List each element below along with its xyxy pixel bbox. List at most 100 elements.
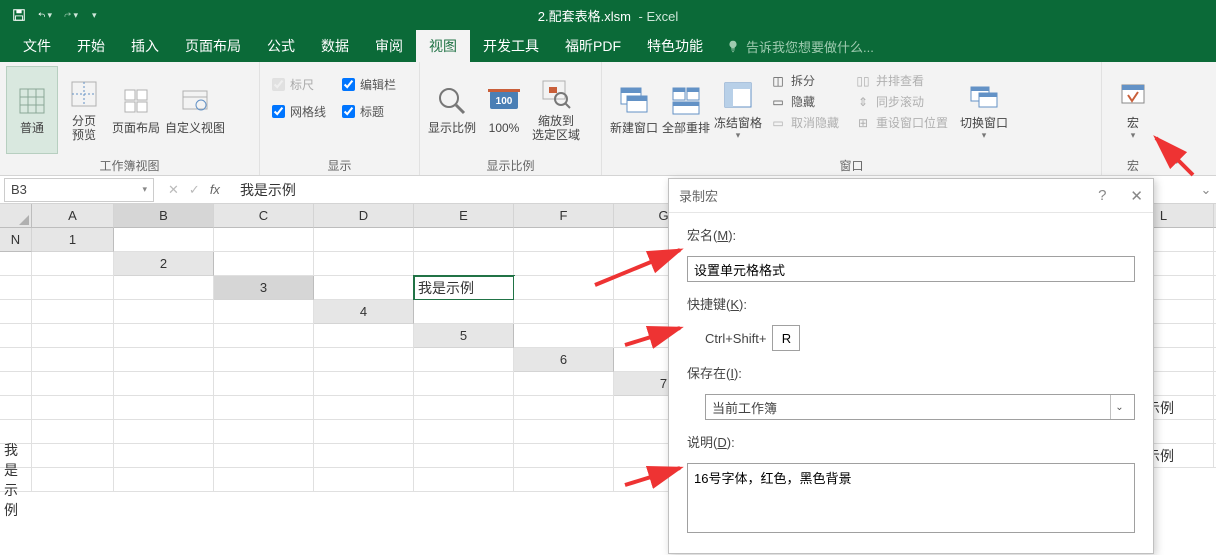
tab-data[interactable]: 数据 [308, 30, 362, 62]
cell[interactable] [32, 372, 114, 396]
cell[interactable] [214, 228, 314, 252]
cell[interactable] [314, 396, 414, 420]
row-header[interactable]: 4 [314, 300, 414, 324]
cancel-icon[interactable]: ✕ [168, 182, 179, 198]
cell[interactable] [32, 276, 114, 300]
cell[interactable] [514, 396, 614, 420]
cell[interactable] [114, 468, 214, 492]
cell[interactable] [514, 444, 614, 468]
tab-formulas[interactable]: 公式 [254, 30, 308, 62]
cell[interactable] [314, 420, 414, 444]
save-icon[interactable] [12, 8, 26, 22]
tab-file[interactable]: 文件 [10, 30, 64, 62]
undo-icon[interactable]: ▾ [38, 8, 52, 22]
tab-features[interactable]: 特色功能 [634, 30, 716, 62]
new-window-button[interactable]: 新建窗口 [608, 66, 660, 154]
shortcut-key-input[interactable] [772, 325, 800, 351]
chevron-down-icon[interactable]: ▾ [142, 184, 147, 195]
cell[interactable] [32, 252, 114, 276]
cell[interactable]: 我是示例 [0, 468, 32, 492]
cell[interactable] [32, 396, 114, 420]
cell[interactable] [514, 252, 614, 276]
row-header[interactable]: 5 [414, 324, 514, 348]
cell[interactable] [32, 468, 114, 492]
pagelayout-view-button[interactable]: 页面布局 [110, 66, 162, 154]
cell[interactable] [414, 228, 514, 252]
tab-foxitpdf[interactable]: 福昕PDF [552, 30, 634, 62]
savein-select[interactable]: 当前工作簿 ⌄ [705, 394, 1135, 420]
cell[interactable] [32, 348, 114, 372]
cell[interactable] [0, 372, 32, 396]
cell[interactable] [514, 372, 614, 396]
qat-customize-icon[interactable]: ▾ [92, 10, 97, 21]
pagebreak-preview-button[interactable]: 分页 预览 [58, 66, 110, 154]
cell[interactable] [214, 468, 314, 492]
cell[interactable] [214, 372, 314, 396]
column-header[interactable]: C [214, 204, 314, 228]
cell[interactable] [214, 396, 314, 420]
custom-views-button[interactable]: 自定义视图 [162, 66, 228, 154]
zoom-100-button[interactable]: 100 100% [478, 66, 530, 154]
cell[interactable] [0, 348, 32, 372]
cell[interactable] [32, 444, 114, 468]
tab-review[interactable]: 审阅 [362, 30, 416, 62]
row-header[interactable]: 2 [114, 252, 214, 276]
cell[interactable] [314, 324, 414, 348]
cell[interactable] [0, 324, 32, 348]
cell[interactable] [414, 396, 514, 420]
cell[interactable] [114, 396, 214, 420]
cell[interactable] [514, 276, 614, 300]
cell[interactable] [114, 348, 214, 372]
cell[interactable] [314, 276, 414, 300]
formula-expand-icon[interactable]: ⌄ [1196, 182, 1216, 198]
macro-name-input[interactable] [687, 256, 1135, 282]
column-header[interactable]: F [514, 204, 614, 228]
cell[interactable] [114, 444, 214, 468]
cell[interactable] [314, 252, 414, 276]
cell[interactable] [114, 372, 214, 396]
column-header[interactable]: A [32, 204, 114, 228]
cell[interactable] [314, 468, 414, 492]
cell[interactable] [214, 252, 314, 276]
help-icon[interactable]: ? [1098, 187, 1106, 205]
cell[interactable] [114, 276, 214, 300]
headings-checkbox[interactable]: 标题 [342, 103, 396, 120]
tab-home[interactable]: 开始 [64, 30, 118, 62]
cell[interactable] [514, 300, 614, 324]
close-icon[interactable]: ✕ [1130, 187, 1143, 205]
normal-view-button[interactable]: 普通 [6, 66, 58, 154]
cell[interactable] [414, 372, 514, 396]
cell[interactable] [214, 324, 314, 348]
formulabar-checkbox[interactable]: 编辑栏 [342, 76, 396, 93]
cell[interactable] [0, 252, 32, 276]
ribbon-collapse-button[interactable]: ^ [1164, 62, 1194, 175]
name-box[interactable]: B3▾ [4, 178, 154, 202]
cell[interactable] [114, 324, 214, 348]
cell[interactable] [314, 348, 414, 372]
cell[interactable] [114, 228, 214, 252]
fx-icon[interactable]: fx [210, 182, 220, 197]
cell[interactable] [314, 228, 414, 252]
split-button[interactable]: ◫拆分 [770, 72, 839, 89]
cell[interactable] [214, 300, 314, 324]
description-input[interactable] [687, 463, 1135, 533]
freeze-panes-button[interactable]: 冻结窗格 ▾ [712, 66, 764, 154]
cell[interactable] [114, 420, 214, 444]
cell[interactable] [214, 444, 314, 468]
cell[interactable] [0, 396, 32, 420]
enter-icon[interactable]: ✓ [189, 182, 200, 198]
tab-pagelayout[interactable]: 页面布局 [172, 30, 254, 62]
tab-developer[interactable]: 开发工具 [470, 30, 552, 62]
cell[interactable] [314, 372, 414, 396]
select-all-corner[interactable] [0, 204, 32, 228]
cell[interactable] [214, 348, 314, 372]
column-header[interactable]: B [114, 204, 214, 228]
cell[interactable] [414, 300, 514, 324]
cell[interactable] [214, 420, 314, 444]
column-header[interactable]: N [0, 228, 32, 252]
cell[interactable] [32, 420, 114, 444]
cell[interactable] [414, 468, 514, 492]
cell[interactable] [514, 468, 614, 492]
cell[interactable] [32, 324, 114, 348]
cell[interactable] [414, 420, 514, 444]
